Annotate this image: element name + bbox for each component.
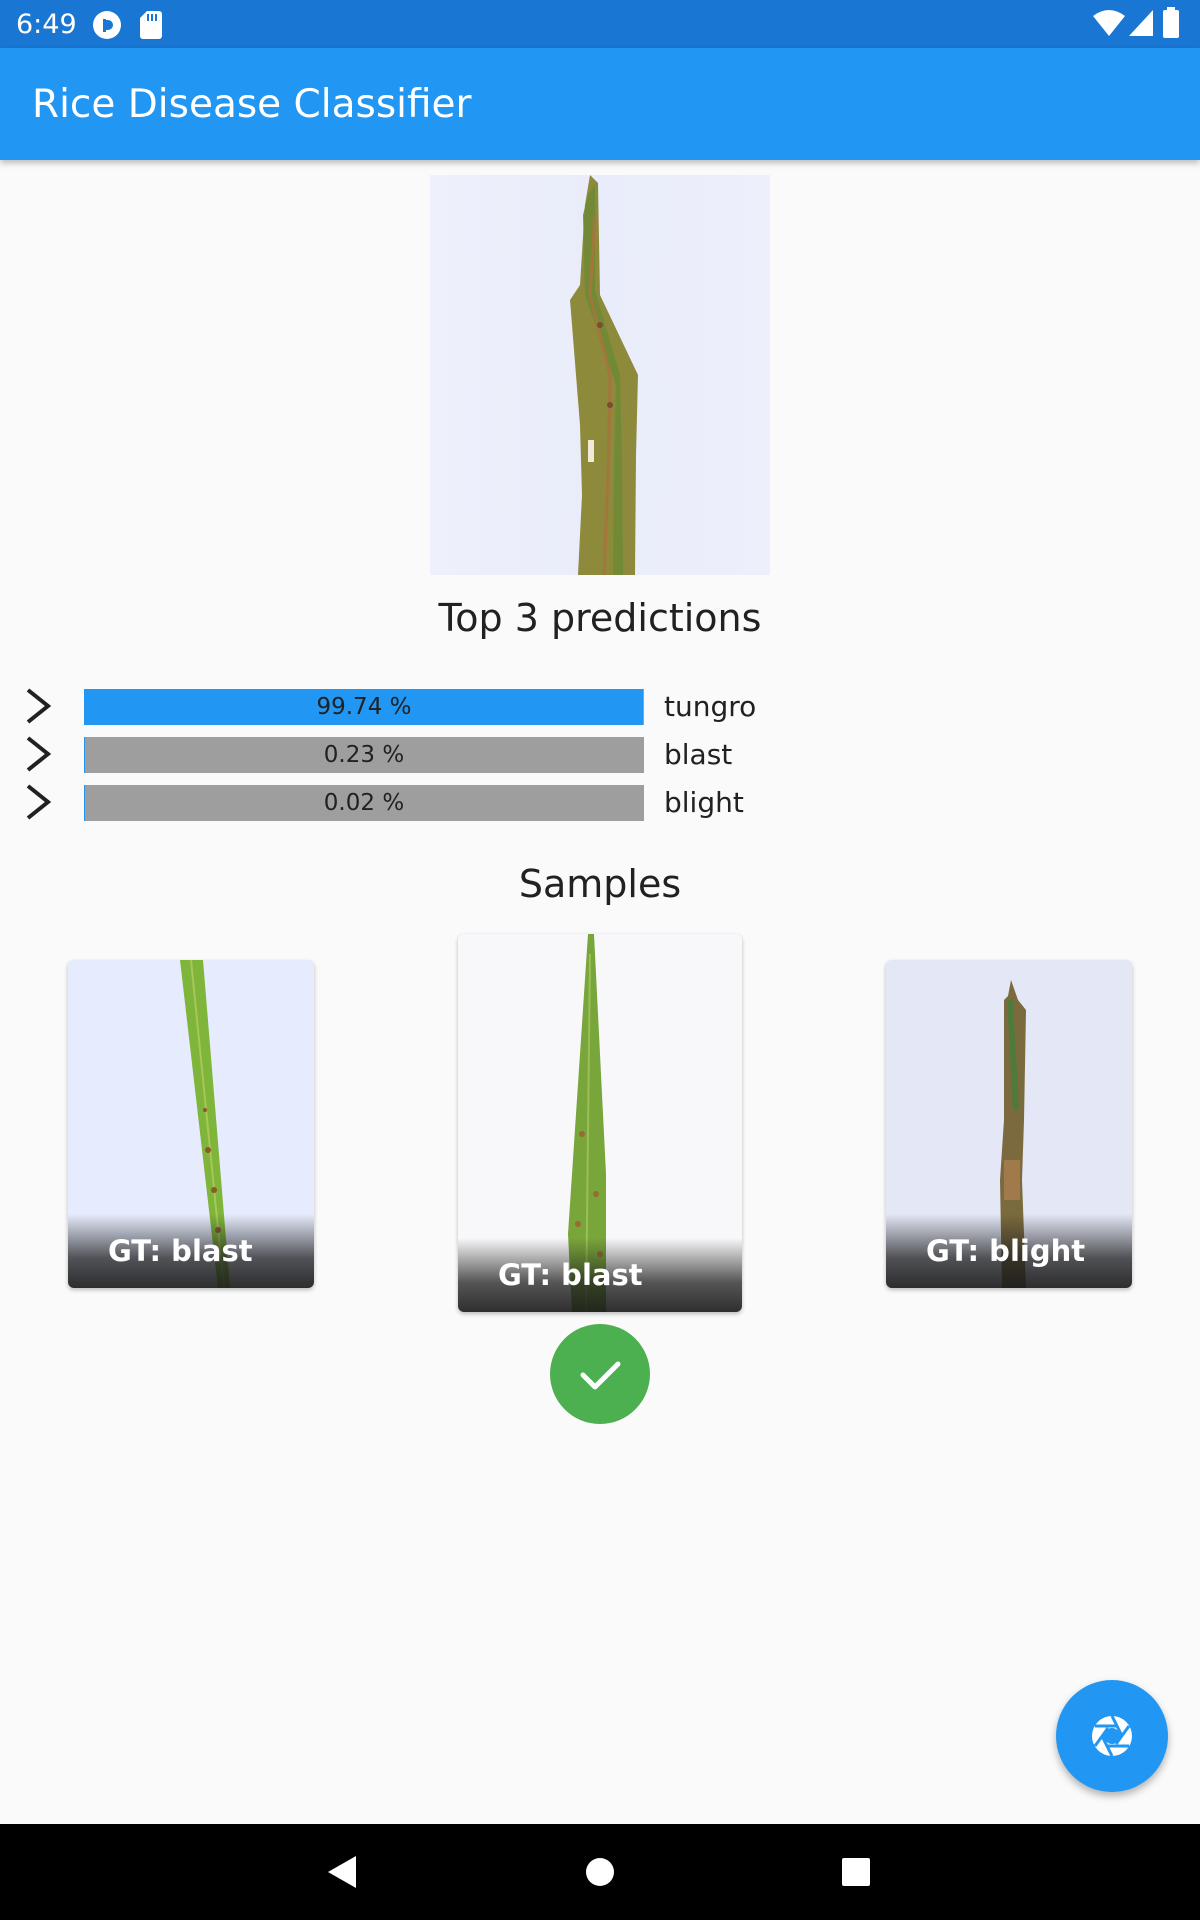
- prediction-bar: 0.02 %: [84, 785, 644, 821]
- prediction-row: 99.74 % tungro: [0, 686, 1200, 726]
- sample-card-selected[interactable]: GT: blast: [458, 934, 742, 1312]
- chevron-right-icon[interactable]: [22, 734, 58, 774]
- prediction-bar: 0.23 %: [84, 737, 644, 773]
- sample-card[interactable]: GT: blight: [886, 960, 1132, 1288]
- prediction-row: 0.02 % blight: [0, 782, 1200, 822]
- confirm-button[interactable]: [550, 1324, 650, 1424]
- camera-shutter-icon: [1092, 1715, 1132, 1757]
- sample-caption: GT: blight: [926, 1234, 1086, 1268]
- sample-caption: GT: blast: [498, 1258, 643, 1292]
- app-bar: Rice Disease Classifier: [0, 48, 1200, 160]
- chevron-right-icon[interactable]: [22, 782, 58, 822]
- sample-card[interactable]: GT: blast: [68, 960, 314, 1288]
- prediction-percent: 0.23 %: [323, 742, 405, 768]
- camera-fab-button[interactable]: [1056, 1680, 1168, 1792]
- signal-icon: [1129, 10, 1153, 36]
- prediction-label: blast: [664, 738, 733, 771]
- samples-heading: Samples: [518, 862, 682, 906]
- predictions-heading: Top 3 predictions: [438, 596, 762, 640]
- chevron-right-icon[interactable]: [22, 686, 58, 726]
- battery-icon: [1163, 7, 1179, 38]
- wifi-icon: [1093, 10, 1125, 36]
- main-leaf-image: [430, 175, 770, 575]
- prediction-percent: 99.74 %: [316, 694, 412, 720]
- back-icon[interactable]: [326, 1854, 358, 1890]
- status-time: 6:49: [16, 9, 77, 40]
- sd-card-icon: [140, 11, 162, 39]
- prediction-bar: 99.74 %: [84, 689, 644, 725]
- pocket-casts-icon: [93, 11, 121, 39]
- recents-icon[interactable]: [842, 1858, 870, 1886]
- prediction-percent: 0.02 %: [323, 790, 405, 816]
- check-icon: [580, 1361, 621, 1390]
- status-bar: 6:49: [0, 0, 1200, 48]
- sample-caption: GT: blast: [108, 1234, 253, 1268]
- system-nav-bar: [0, 1824, 1200, 1920]
- app-title: Rice Disease Classifier: [32, 82, 472, 127]
- prediction-row: 0.23 % blast: [0, 734, 1200, 774]
- prediction-label: tungro: [664, 690, 757, 723]
- prediction-label: blight: [664, 786, 744, 819]
- home-icon[interactable]: [586, 1858, 614, 1886]
